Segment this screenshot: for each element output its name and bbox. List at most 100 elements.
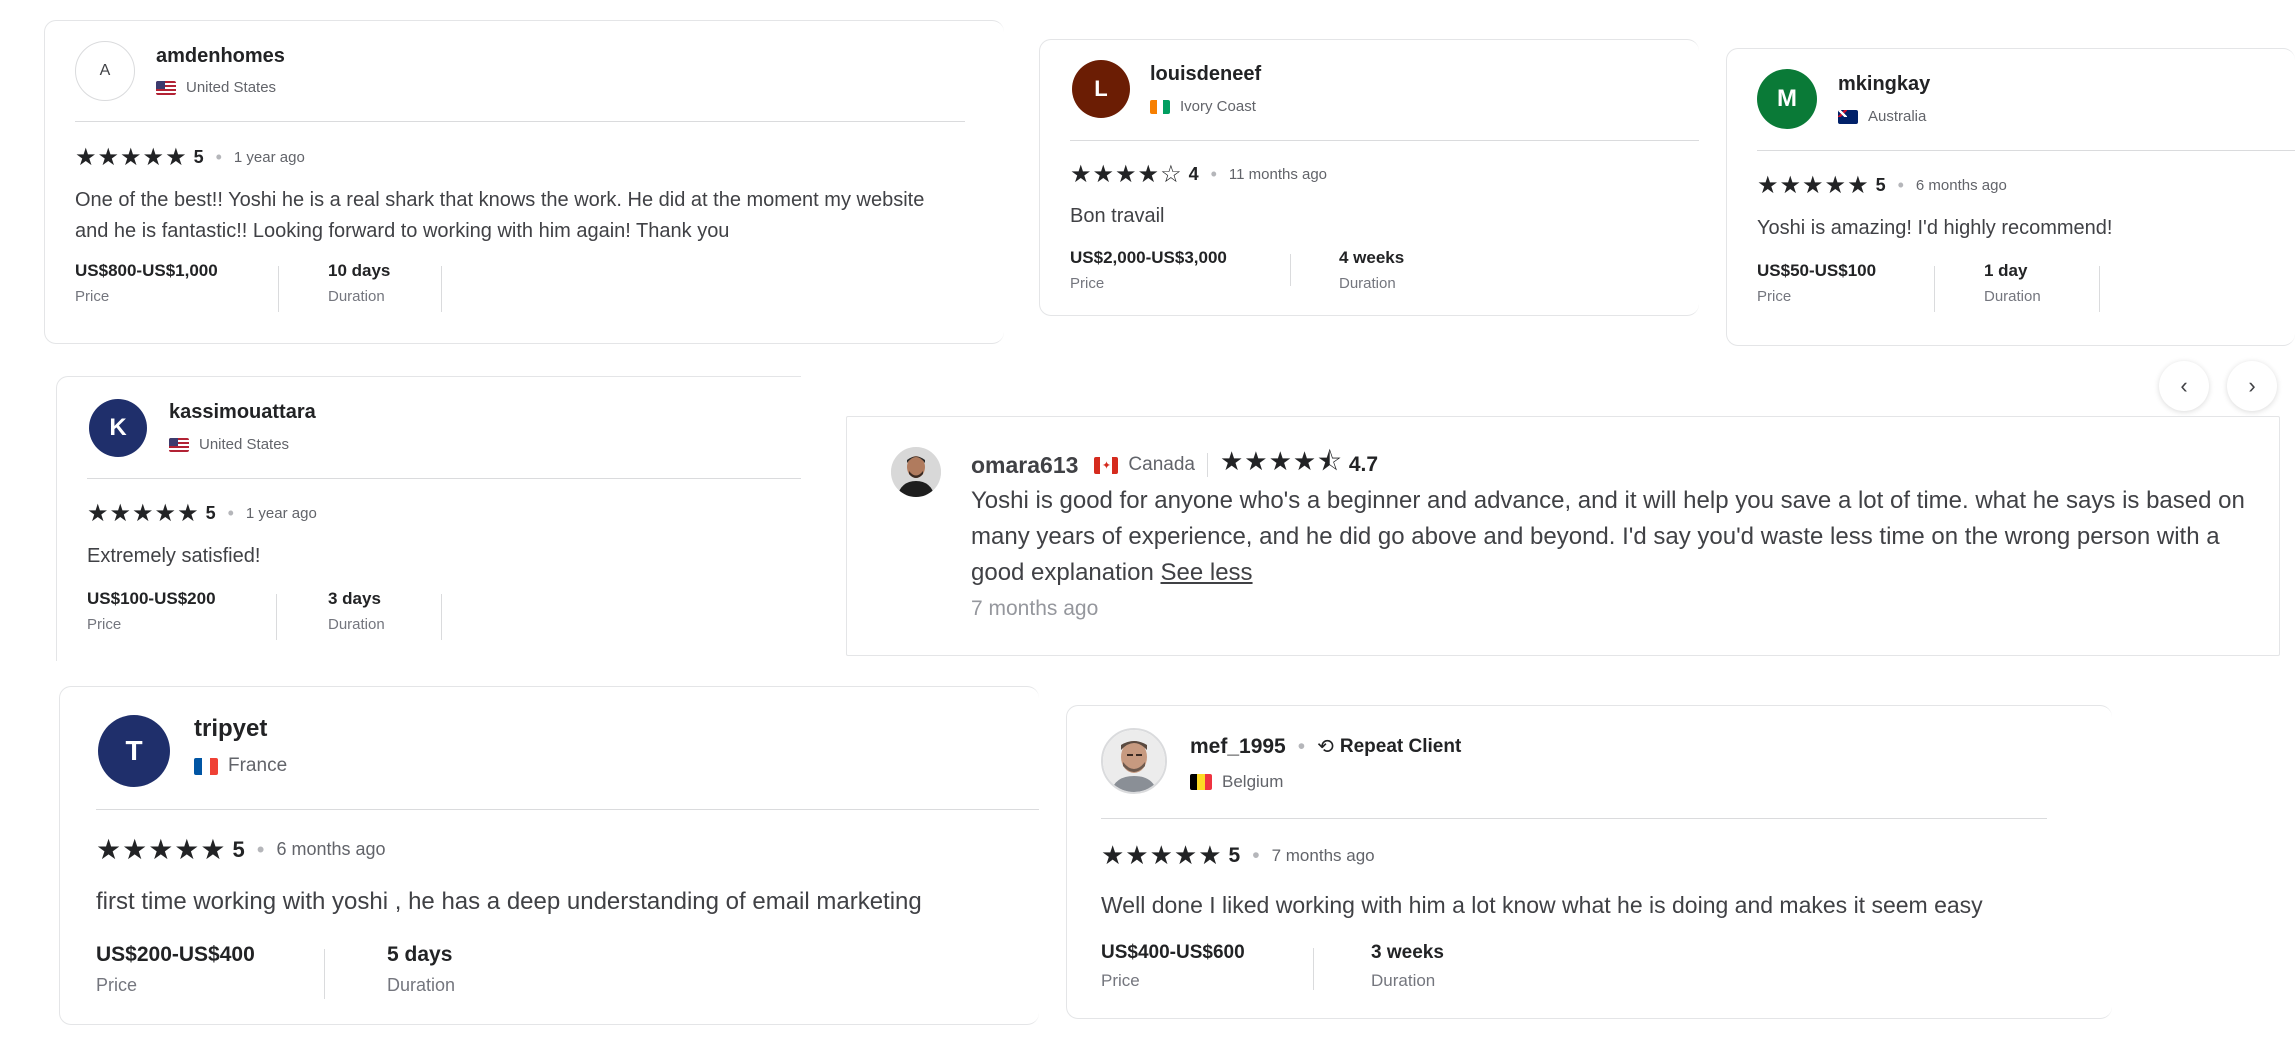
username[interactable]: mef_1995 bbox=[1190, 735, 1286, 759]
divider-vertical bbox=[1313, 948, 1314, 990]
divider-vertical bbox=[324, 949, 325, 999]
review-time: 6 months ago bbox=[1915, 177, 2007, 194]
divider bbox=[75, 121, 965, 122]
price-value: US$400-US$600 bbox=[1101, 942, 1245, 963]
dot-separator: • bbox=[215, 147, 222, 167]
us-flag-icon bbox=[156, 80, 176, 95]
price-value: US$50-US$100 bbox=[1757, 261, 1877, 280]
duration-label: Duration bbox=[1339, 275, 1396, 292]
review-text: Extremely satisfied! bbox=[87, 545, 261, 567]
rating-score: 5 bbox=[232, 836, 245, 862]
review-text: Yoshi is good for anyone who's a beginne… bbox=[971, 483, 2261, 591]
country: United States bbox=[156, 79, 276, 96]
country: Belgium bbox=[1190, 772, 1283, 792]
price-value: US$100-US$200 bbox=[87, 589, 216, 608]
country-label: Australia bbox=[1868, 108, 1927, 125]
duration-value: 10 days bbox=[328, 261, 391, 280]
rating-score: 5 bbox=[193, 147, 204, 167]
price-label: Price bbox=[1757, 288, 1792, 305]
user-photo-icon bbox=[1103, 730, 1165, 792]
country: United States bbox=[169, 436, 289, 453]
carousel-next-button[interactable]: › bbox=[2227, 361, 2277, 411]
rating-score: 5 bbox=[1228, 843, 1241, 867]
username[interactable]: kassimouattara bbox=[169, 401, 316, 424]
rating: ★★★★★ 5 • 6 months ago bbox=[96, 833, 386, 866]
duration-value: 5 days bbox=[387, 943, 453, 966]
divider bbox=[1101, 818, 2047, 819]
duration-label: Duration bbox=[387, 975, 456, 995]
avatar[interactable]: L bbox=[1072, 60, 1130, 118]
price-value: US$2,000-US$3,000 bbox=[1070, 248, 1227, 267]
avatar[interactable]: T bbox=[98, 715, 170, 787]
review-time: 1 year ago bbox=[233, 149, 305, 166]
carousel-prev-button[interactable]: ‹ bbox=[2159, 361, 2209, 411]
review-time: 7 months ago bbox=[971, 597, 1099, 620]
rating-score: 5 bbox=[1875, 175, 1886, 195]
user-photo-icon bbox=[891, 447, 941, 497]
duration-value: 1 day bbox=[1984, 261, 2028, 280]
rating-score: 4 bbox=[1188, 164, 1199, 184]
avatar[interactable]: K bbox=[89, 399, 147, 457]
rating: ★★★★★ 5 • 6 months ago bbox=[1757, 171, 2007, 200]
review-text: first time working with yoshi , he has a… bbox=[96, 888, 922, 915]
price-value: US$200-US$400 bbox=[96, 943, 255, 966]
review-text: Well done I liked working with him a lot… bbox=[1101, 892, 1983, 918]
dot-separator: • bbox=[1297, 734, 1306, 758]
australia-flag-icon bbox=[1838, 109, 1858, 124]
review-time: 11 months ago bbox=[1228, 166, 1328, 183]
dot-separator: • bbox=[256, 836, 265, 862]
review-card: omara613 ✦ Canada ★★★★⯪ 4.7 Yoshi is goo… bbox=[846, 416, 2280, 656]
chevron-right-icon: › bbox=[2248, 373, 2256, 398]
divider bbox=[1070, 140, 1699, 141]
repeat-client-badge: Repeat Client bbox=[1339, 735, 1462, 757]
dot-separator: • bbox=[1252, 843, 1260, 867]
us-flag-icon bbox=[169, 437, 189, 452]
duration-label: Duration bbox=[1371, 971, 1436, 990]
duration-label: Duration bbox=[328, 288, 385, 305]
divider bbox=[87, 478, 801, 479]
avatar[interactable]: M bbox=[1757, 69, 1817, 129]
rating: ★★★★★ 5 • 1 year ago bbox=[75, 143, 305, 172]
dot-separator: • bbox=[1210, 164, 1217, 184]
country-label: Canada bbox=[1128, 454, 1195, 475]
duration-label: Duration bbox=[1984, 288, 2041, 305]
avatar[interactable] bbox=[891, 447, 941, 497]
price-label: Price bbox=[1101, 971, 1140, 990]
username[interactable]: louisdeneef bbox=[1150, 63, 1261, 86]
see-less-link[interactable]: See less bbox=[1161, 559, 1253, 586]
username[interactable]: amdenhomes bbox=[156, 45, 285, 68]
avatar[interactable] bbox=[1101, 728, 1167, 794]
chevron-left-icon: ‹ bbox=[2180, 373, 2188, 398]
review-card: K kassimouattara United States ★★★★★ 5 •… bbox=[56, 376, 801, 661]
review-time: 7 months ago bbox=[1271, 845, 1375, 865]
star-rating-icons: ★★★★☆ bbox=[1070, 161, 1183, 188]
country: Ivory Coast bbox=[1150, 98, 1256, 115]
divider-vertical bbox=[1206, 453, 1208, 477]
belgium-flag-icon bbox=[1190, 774, 1212, 790]
username[interactable]: omara613 bbox=[971, 452, 1078, 479]
rating-score: 5 bbox=[205, 503, 216, 523]
duration-value: 4 weeks bbox=[1339, 248, 1405, 267]
rating: ★★★★★ 5 • 1 year ago bbox=[87, 499, 317, 528]
country-label: United States bbox=[199, 436, 290, 453]
divider bbox=[96, 809, 1039, 810]
avatar[interactable]: A bbox=[75, 41, 135, 101]
france-flag-icon bbox=[194, 757, 218, 775]
country: Australia bbox=[1838, 108, 1926, 125]
duration-label: Duration bbox=[328, 616, 385, 633]
dot-separator: • bbox=[1897, 175, 1904, 195]
price-label: Price bbox=[87, 616, 122, 633]
star-rating-icons: ★★★★★ bbox=[75, 144, 188, 171]
duration-value: 3 weeks bbox=[1371, 942, 1444, 963]
username[interactable]: tripyet bbox=[194, 715, 267, 743]
review-header: mef_1995 • ⟲ Repeat Client bbox=[1190, 734, 1461, 759]
review-time: 1 year ago bbox=[245, 505, 317, 522]
star-rating-icons: ★★★★★ bbox=[96, 834, 227, 865]
review-card: L louisdeneef Ivory Coast ★★★★☆ 4 • 11 m… bbox=[1039, 39, 1699, 316]
country-label: Ivory Coast bbox=[1180, 98, 1256, 115]
rating: ★★★★★ 5 • 7 months ago bbox=[1101, 840, 1375, 871]
username[interactable]: mkingkay bbox=[1838, 73, 1930, 96]
price-label: Price bbox=[96, 975, 138, 995]
country: France bbox=[194, 755, 287, 777]
repeat-icon: ⟲ bbox=[1317, 736, 1334, 758]
